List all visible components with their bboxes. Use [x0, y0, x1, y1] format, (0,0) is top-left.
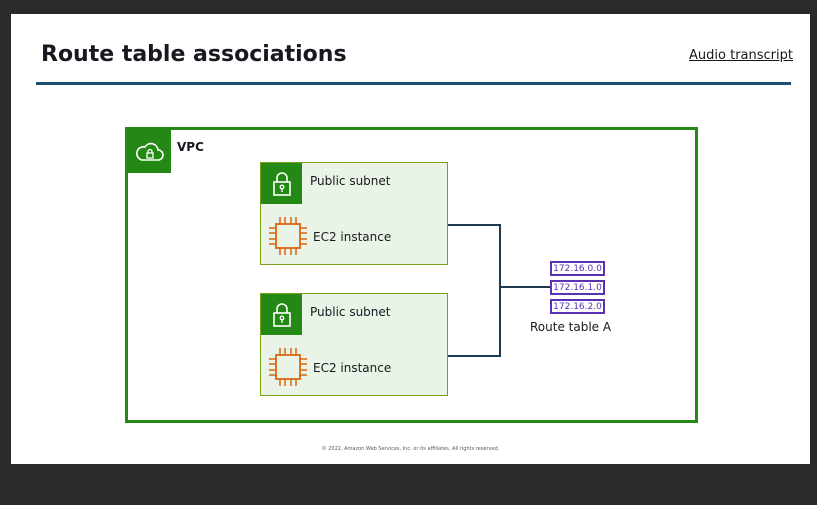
audio-transcript-link[interactable]: Audio transcript	[689, 48, 793, 63]
padlock-icon	[261, 294, 302, 335]
public-subnet-2: Public subnet EC2 instance	[260, 293, 448, 396]
ec2-instance-label: EC2 instance	[313, 230, 392, 244]
ec2-instance-label: EC2 instance	[313, 361, 392, 375]
vpc-label: VPC	[177, 140, 204, 154]
route-table-label: Route table A	[530, 320, 612, 334]
page-title: Route table associations	[41, 42, 347, 67]
ec2-chip-icon	[269, 217, 307, 255]
ec2-chip-icon	[269, 348, 307, 386]
subnet-label: Public subnet	[310, 305, 391, 319]
vpc-cloud-lock-icon	[128, 130, 171, 173]
route-entry: 172.16.2.0	[550, 299, 605, 314]
route-entry: 172.16.1.0	[550, 280, 605, 295]
public-subnet-1: Public subnet EC2 instance	[260, 162, 448, 265]
subnet-label: Public subnet	[310, 174, 391, 188]
padlock-icon	[261, 163, 302, 204]
slide: Route table associations Audio transcrip…	[11, 14, 810, 464]
title-divider	[36, 82, 791, 85]
copyright-footer: © 2022, Amazon Web Services, Inc. or its…	[321, 446, 500, 452]
route-entry: 172.16.0.0	[550, 261, 605, 276]
